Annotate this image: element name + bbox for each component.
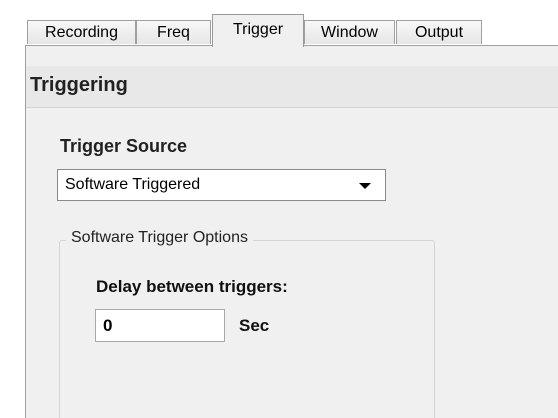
delay-unit-label: Sec	[239, 316, 270, 335]
delay-input[interactable]	[95, 309, 225, 342]
panel-title: Triggering	[30, 74, 128, 96]
trigger-source-selected-value: Software Triggered	[65, 176, 201, 193]
tab-recording[interactable]: Recording	[27, 20, 136, 44]
tab-trigger[interactable]: Trigger	[212, 14, 304, 47]
panel-header: Triggering	[26, 66, 558, 108]
trigger-settings-window: Recording Freq Window Output Trigger Tri…	[0, 0, 558, 418]
tab-freq[interactable]: Freq	[136, 20, 211, 44]
trigger-source-label: Trigger Source	[60, 136, 188, 156]
tab-window[interactable]: Window	[304, 20, 395, 44]
tab-output[interactable]: Output	[396, 20, 482, 44]
delay-between-triggers-label: Delay between triggers:	[96, 277, 288, 296]
chevron-down-icon[interactable]	[359, 183, 371, 189]
software-trigger-options-title: Software Trigger Options	[66, 229, 253, 247]
trigger-source-dropdown[interactable]: Software Triggered	[57, 169, 386, 201]
